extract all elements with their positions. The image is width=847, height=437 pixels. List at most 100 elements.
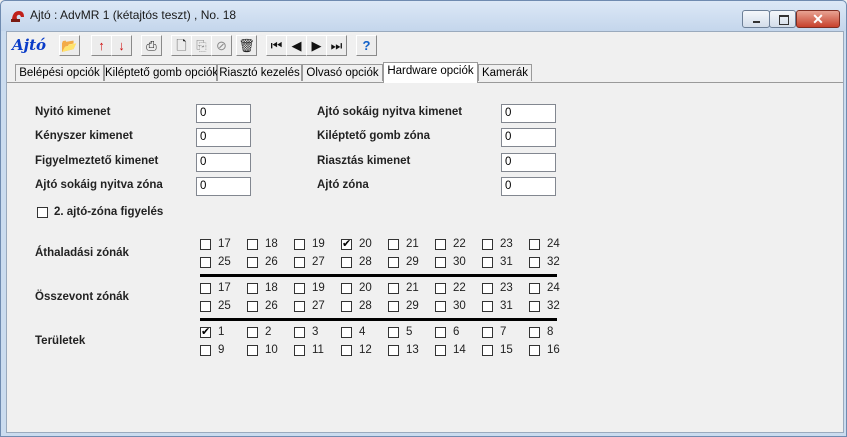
tab-2[interactable]: Riasztó kezelés [217,64,302,81]
tab-1[interactable]: Kiléptető gomb opciók [104,64,218,81]
left-field-input[interactable]: 0 [196,104,251,123]
zone-checkbox[interactable] [435,345,446,356]
maximize-button[interactable] [769,10,796,28]
zone-checkbox[interactable] [200,257,211,268]
zone-number: 7 [500,326,507,338]
previous-record-button[interactable]: ◀ [286,35,307,56]
cancel-button[interactable]: ⊘ [211,35,232,56]
left-field-label: Ajtó sokáig nyitva zóna [35,179,163,191]
zone-checkbox[interactable] [482,345,493,356]
tab-0[interactable]: Belépési opciók [15,64,104,81]
first-record-icon: ⏮ [270,38,283,53]
zone-checkbox[interactable] [482,327,493,338]
printer-button[interactable]: ⎙ [141,35,162,56]
zone-checkbox[interactable] [529,301,540,312]
zone-checkbox[interactable] [388,327,399,338]
zone-checkbox[interactable] [294,301,305,312]
zone-checkbox[interactable] [435,257,446,268]
app-window: Ajtó : AdvMR 1 (kétajtós teszt) , No. 18… [0,0,847,437]
zone-checkbox[interactable] [341,301,352,312]
zone-checkbox[interactable] [200,283,211,294]
zone-checkbox[interactable] [529,257,540,268]
zone-checkbox[interactable] [247,283,258,294]
zone-checkbox[interactable] [200,345,211,356]
next-record-button[interactable]: ▶ [306,35,327,56]
zone-checkbox[interactable] [247,301,258,312]
left-field-input[interactable]: 0 [196,153,251,172]
arrow-down-button[interactable]: ↓ [111,35,132,56]
zone-checkbox[interactable]: ✔ [200,327,211,338]
zone-checkbox[interactable] [200,239,211,250]
zone-checkbox[interactable] [435,301,446,312]
arrow-up-button[interactable]: ↑ [91,35,112,56]
right-field-label: Ajtó sokáig nyitva kimenet [317,106,463,118]
zone-checkbox[interactable] [435,239,446,250]
last-record-button[interactable]: ⏭ [326,35,347,56]
zone-number: 30 [453,256,466,268]
right-field-input[interactable]: 0 [501,128,556,147]
right-field-input[interactable]: 0 [501,177,556,196]
zone-number: 9 [218,344,225,356]
title-bar[interactable]: Ajtó : AdvMR 1 (kétajtós teszt) , No. 18… [1,1,846,31]
zone-checkbox[interactable] [341,257,352,268]
zone-checkbox[interactable] [482,239,493,250]
zone-checkbox[interactable] [200,301,211,312]
zone-checkbox[interactable] [294,283,305,294]
tab-5[interactable]: Kamerák [478,64,532,81]
previous-record-icon: ◀ [291,38,302,53]
zone-checkbox[interactable] [341,327,352,338]
door-zone-monitor-checkbox[interactable] [37,207,48,218]
left-field-input[interactable]: 0 [196,177,251,196]
copy-document-icon: ⎘ [196,38,207,53]
left-field-input[interactable]: 0 [196,128,251,147]
zone-number: 31 [500,256,513,268]
zone-checkbox[interactable] [482,257,493,268]
zone-checkbox[interactable] [294,239,305,250]
zone-checkbox[interactable] [341,283,352,294]
minimize-button[interactable] [742,10,770,28]
zone-checkbox[interactable] [482,301,493,312]
zone-checkbox[interactable] [294,327,305,338]
zone-checkbox[interactable] [294,345,305,356]
tab-4[interactable]: Hardware opciók [383,62,478,83]
zone-checkbox[interactable] [529,327,540,338]
zone-number: 29 [406,300,419,312]
zone-checkbox[interactable] [341,345,352,356]
zone-number: 15 [500,344,513,356]
zone-checkbox[interactable] [247,327,258,338]
right-field-input[interactable]: 0 [501,104,556,123]
first-record-button[interactable]: ⏮ [266,35,287,56]
copy-document-button[interactable]: ⎘ [191,35,212,56]
tab-3[interactable]: Olvasó opciók [302,64,383,81]
zone-number: 26 [265,300,278,312]
zone-checkbox[interactable] [294,257,305,268]
zone-checkbox[interactable] [435,283,446,294]
zone-checkbox[interactable]: ✔ [341,239,352,250]
zone-checkbox[interactable] [529,345,540,356]
zone-checkbox[interactable] [388,239,399,250]
zone-number: 28 [359,300,372,312]
zone-checkbox[interactable] [388,301,399,312]
zone-checkbox[interactable] [388,257,399,268]
right-field-input[interactable]: 0 [501,153,556,172]
help-button[interactable]: ? [356,35,377,56]
zone-checkbox[interactable] [529,239,540,250]
zone-checkbox[interactable] [247,239,258,250]
zone-checkbox[interactable] [247,257,258,268]
zone-number: 27 [312,300,325,312]
zone-checkbox[interactable] [482,283,493,294]
close-button[interactable]: ✕ [796,10,840,28]
zone-checkbox[interactable] [247,345,258,356]
new-document-button[interactable]: 🗋 [171,35,192,56]
trash-button[interactable]: 🗑 [236,35,257,56]
printer-icon: ⎙ [146,38,157,53]
zone-checkbox[interactable] [435,327,446,338]
right-field-label: Ajtó zóna [317,179,369,191]
open-folder-button[interactable]: 📂 [59,35,80,56]
zone-checkbox[interactable] [388,283,399,294]
zone-checkbox[interactable] [529,283,540,294]
zone-number: 25 [218,300,231,312]
zone-number: 24 [547,282,560,294]
zone-number: 19 [312,238,325,250]
zone-checkbox[interactable] [388,345,399,356]
